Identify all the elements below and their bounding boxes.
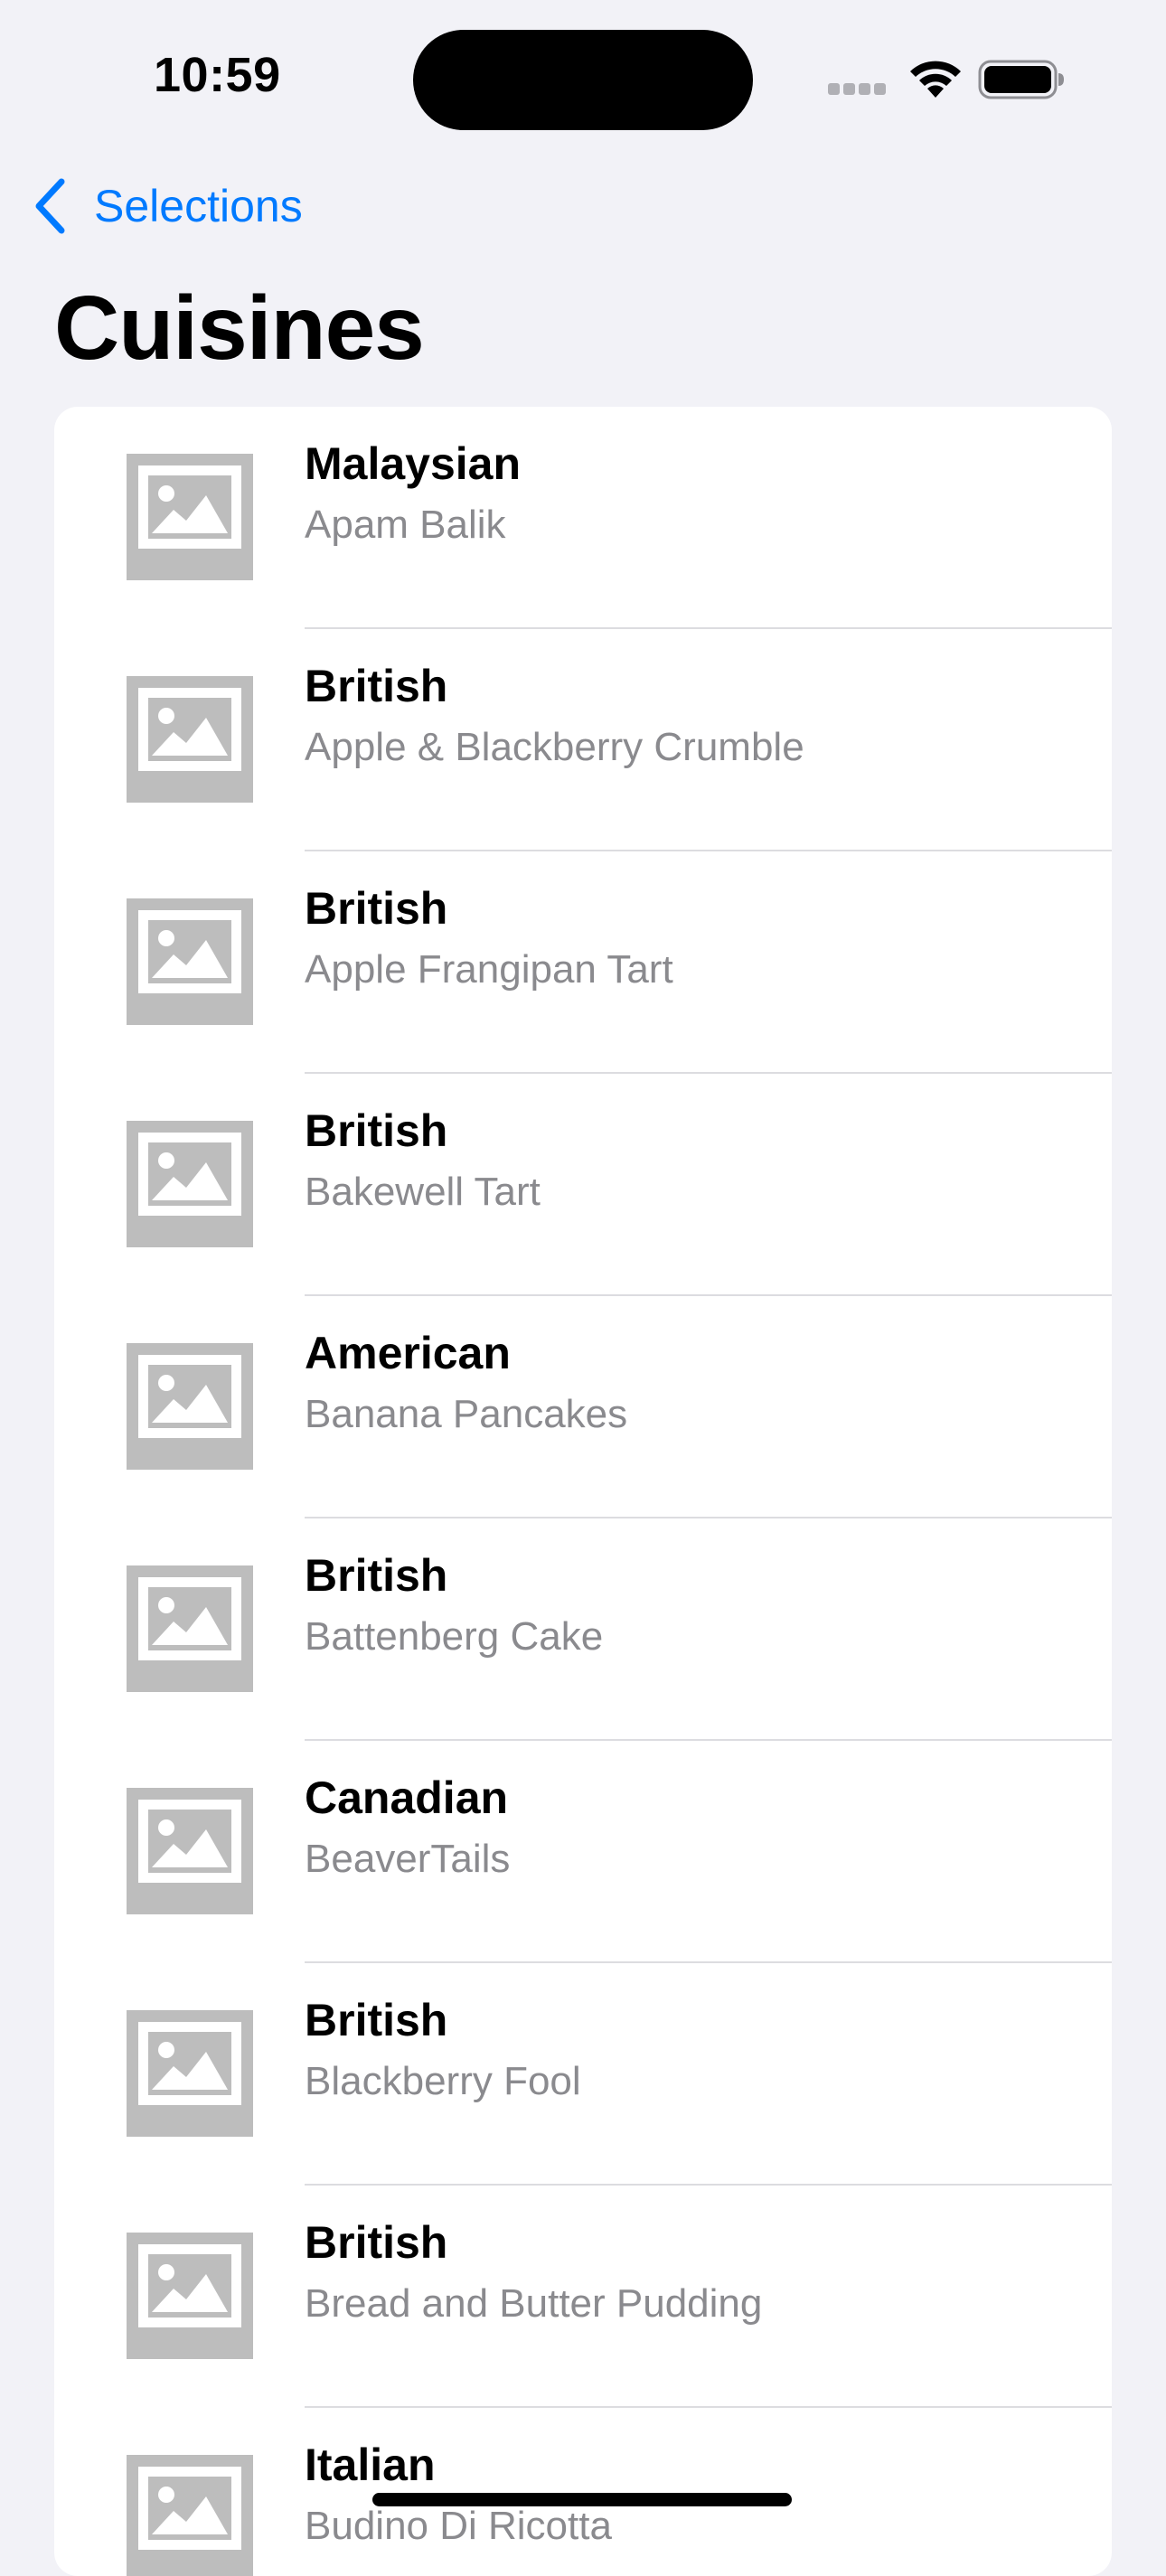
- dynamic-island: [413, 30, 753, 130]
- photo-placeholder-icon: [127, 454, 253, 580]
- item-cuisine: British: [305, 883, 448, 934]
- list-item[interactable]: British Apple & Blackberry Crumble: [54, 629, 1112, 851]
- status-icons: [824, 56, 1068, 101]
- item-cuisine: American: [305, 1328, 511, 1378]
- item-cuisine: British: [305, 1995, 448, 2045]
- photo-placeholder-icon: [127, 898, 253, 1025]
- item-dish: Battenberg Cake: [305, 1614, 604, 1659]
- home-indicator[interactable]: [372, 2493, 792, 2506]
- item-dish: Bakewell Tart: [305, 1170, 541, 1214]
- list-item[interactable]: Malaysian Apam Balik: [54, 407, 1112, 629]
- photo-placeholder-icon: [127, 1121, 253, 1247]
- item-cuisine: British: [305, 1550, 448, 1601]
- item-cuisine: Italian: [305, 2440, 436, 2490]
- item-dish: Budino Di Ricotta: [305, 2504, 612, 2548]
- item-dish: Banana Pancakes: [305, 1392, 628, 1436]
- photo-placeholder-icon: [127, 2010, 253, 2137]
- list-item[interactable]: British Bakewell Tart: [54, 1074, 1112, 1296]
- cuisine-list: Malaysian Apam Balik British Apple & Bla…: [54, 407, 1112, 2576]
- list-item[interactable]: British Bread and Butter Pudding: [54, 2186, 1112, 2408]
- item-dish: Bread and Butter Pudding: [305, 2281, 763, 2326]
- wifi-icon: [910, 61, 961, 98]
- photo-placeholder-icon: [127, 676, 253, 803]
- item-cuisine: Malaysian: [305, 438, 522, 489]
- item-dish: Apple & Blackberry Crumble: [305, 725, 804, 769]
- item-cuisine: British: [305, 1105, 448, 1156]
- item-cuisine: British: [305, 661, 448, 711]
- photo-placeholder-icon: [127, 1788, 253, 1914]
- photo-placeholder-icon: [127, 1343, 253, 1470]
- list-item[interactable]: Italian Budino Di Ricotta: [54, 2408, 1112, 2576]
- item-dish: Apple Frangipan Tart: [305, 947, 673, 992]
- cellular-signal-icon: [828, 83, 888, 96]
- photo-placeholder-icon: [127, 1565, 253, 1692]
- item-dish: BeaverTails: [305, 1837, 511, 1881]
- page-title: Cuisines: [54, 277, 425, 379]
- list-item[interactable]: American Banana Pancakes: [54, 1296, 1112, 1518]
- item-cuisine: Canadian: [305, 1772, 509, 1823]
- photo-placeholder-icon: [127, 2455, 253, 2576]
- list-item[interactable]: Canadian BeaverTails: [54, 1741, 1112, 1963]
- item-dish: Apam Balik: [305, 503, 506, 547]
- status-bar: 10:59: [0, 0, 1166, 154]
- battery-icon: [978, 60, 1064, 99]
- item-dish: Blackberry Fool: [305, 2059, 581, 2103]
- photo-placeholder-icon: [127, 2233, 253, 2359]
- list-item[interactable]: British Apple Frangipan Tart: [54, 851, 1112, 1074]
- back-label: Selections: [94, 181, 303, 231]
- list-item[interactable]: British Battenberg Cake: [54, 1518, 1112, 1741]
- back-button[interactable]: Selections: [33, 172, 303, 240]
- item-cuisine: British: [305, 2217, 448, 2268]
- list-item[interactable]: British Blackberry Fool: [54, 1963, 1112, 2186]
- status-time: 10:59: [154, 48, 281, 102]
- chevron-left-icon: [35, 178, 65, 234]
